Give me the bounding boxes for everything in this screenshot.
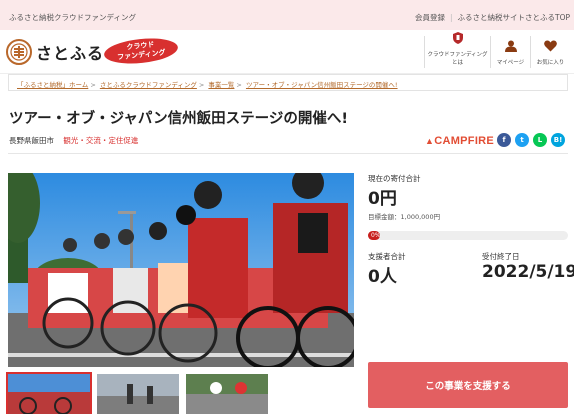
top-links: 会員登録 | ふるさと納税サイトさとふるTOP bbox=[415, 12, 570, 23]
site-tagline: ふるさと納税クラウドファンディング bbox=[9, 13, 136, 22]
main-project-image[interactable] bbox=[8, 173, 354, 367]
header-nav: クラウドファンディングとは マイページ お気に入り bbox=[424, 32, 570, 68]
progress-percent: 0% bbox=[371, 232, 381, 239]
top-strip: ふるさと納税クラウドファンディング 会員登録 | ふるさと納税サイトさとふるTO… bbox=[0, 0, 574, 30]
twitter-share-icon[interactable]: t bbox=[515, 133, 529, 147]
breadcrumb: 「ふるさと納税」ホーム > さとふるクラウドファンディング > 事業一覧 > ツアー・… bbox=[8, 74, 568, 91]
project-region: 長野県飯田市 bbox=[9, 136, 54, 145]
support-project-button[interactable]: この事業を支援する bbox=[368, 362, 568, 408]
partner-name: CAMPFIRE bbox=[434, 135, 495, 147]
breadcrumb-home[interactable]: 「ふるさと納税」ホーム bbox=[17, 81, 88, 89]
supporters-label: 支援者合計 bbox=[368, 252, 406, 261]
breadcrumb-current[interactable]: ツアー・オブ・ジャパン信州飯田ステージの開催へ! bbox=[246, 81, 398, 89]
logo-text: さとふる bbox=[36, 44, 105, 63]
facebook-share-icon[interactable]: f bbox=[497, 133, 511, 147]
nav-favorites[interactable]: お気に入り bbox=[530, 36, 570, 68]
deadline-value: 2022/5/19 bbox=[482, 262, 574, 282]
site-logo[interactable]: さとふる bbox=[6, 39, 104, 65]
divider: | bbox=[449, 13, 453, 22]
goal-amount: 目標金額：1,000,000円 bbox=[368, 213, 441, 221]
thumbnail-3[interactable] bbox=[186, 374, 268, 414]
nav-label: お気に入り bbox=[536, 60, 565, 66]
register-link[interactable]: 会員登録 bbox=[415, 12, 445, 23]
line-share-icon[interactable]: L bbox=[533, 133, 547, 147]
breadcrumb-crowdfunding[interactable]: さとふるクラウドファンディング bbox=[100, 81, 197, 89]
heart-icon bbox=[544, 40, 557, 54]
flame-icon: ▲ bbox=[425, 136, 435, 146]
image-thumbnails bbox=[6, 372, 268, 414]
nav-label: マイページ bbox=[496, 60, 525, 66]
nav-mypage[interactable]: マイページ bbox=[490, 36, 530, 68]
page-title: ツアー・オブ・ジャパン信州飯田ステージの開催へ! bbox=[9, 111, 348, 127]
campfire-logo: ▲CAMPFIRE bbox=[425, 135, 494, 147]
thumbnail-2[interactable] bbox=[97, 374, 179, 414]
site-header: さとふる クラウド ファンディング クラウドファンディングとは マイページ お気… bbox=[0, 30, 574, 74]
divider bbox=[8, 153, 568, 154]
logo-mark-icon bbox=[6, 39, 32, 65]
deadline-label: 受付終了日 bbox=[482, 252, 520, 261]
project-tags[interactable]: 観光・交流・定住促進 bbox=[63, 136, 138, 145]
breadcrumb-project-list[interactable]: 事業一覧 bbox=[208, 81, 234, 89]
project-meta: 長野県飯田市 観光・交流・定住促進 bbox=[9, 135, 138, 146]
satofull-top-link[interactable]: ふるさと納税サイトさとふるTOP bbox=[457, 12, 570, 23]
donation-label: 現在の寄付合計 bbox=[368, 174, 421, 183]
shield-icon bbox=[452, 32, 463, 46]
crowdfunding-badge: クラウド ファンディング bbox=[102, 35, 180, 67]
thumbnail-1[interactable] bbox=[6, 372, 92, 414]
nav-label: クラウドファンディングとは bbox=[427, 52, 488, 66]
user-icon bbox=[504, 40, 517, 54]
funding-progress-bar: 0% bbox=[368, 231, 568, 240]
supporters-value: 0人 bbox=[368, 267, 397, 287]
donation-value: 0円 bbox=[368, 189, 397, 209]
hatena-share-icon[interactable]: B! bbox=[551, 133, 565, 147]
nav-about-crowdfunding[interactable]: クラウドファンディングとは bbox=[424, 32, 490, 68]
